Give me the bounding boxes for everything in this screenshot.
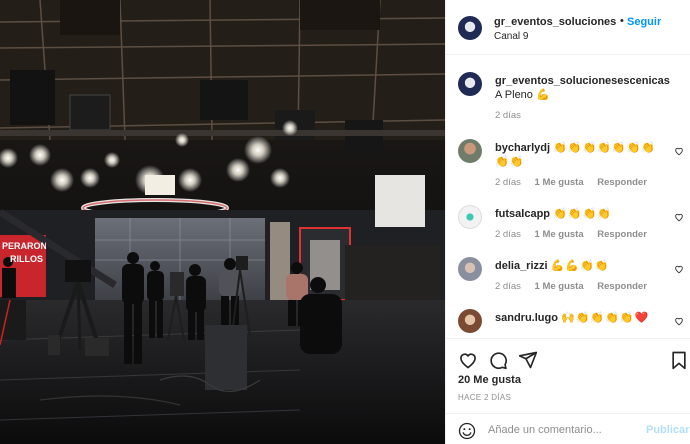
post-side-panel: gr_eventos_solucionesescenicas • Seguir … xyxy=(445,0,690,444)
reply-button[interactable]: Responder xyxy=(597,281,647,292)
emoji-icon[interactable] xyxy=(458,422,476,440)
post-location[interactable]: Canal 9 xyxy=(494,31,528,42)
comment-body: 👏👏👏👏 xyxy=(553,207,612,220)
post-photo[interactable]: PERARON RILLOS xyxy=(0,0,445,444)
comment-text: delia_rizzi 💪💪👏👏 xyxy=(495,259,670,273)
share-icon[interactable] xyxy=(518,350,538,370)
comment-icon[interactable] xyxy=(488,350,508,370)
comment-time[interactable]: 2 días xyxy=(495,281,521,292)
caption-body: A Pleno xyxy=(495,89,533,101)
comment-time[interactable]: 2 días xyxy=(495,177,521,188)
likes-count[interactable]: 20 Me gusta xyxy=(458,374,521,386)
comment-time[interactable]: 2 días xyxy=(495,229,521,240)
commenter-avatar[interactable] xyxy=(458,205,482,229)
comment-text: futsalcapp 👏👏👏👏 xyxy=(495,207,670,221)
caption-emoji: 💪 xyxy=(535,88,551,101)
caption-meta: 2 días xyxy=(495,110,532,121)
comment-likes[interactable]: 1 Me gusta xyxy=(535,177,584,188)
author-username[interactable]: gr_eventos_solucionesescenicas xyxy=(494,16,616,28)
tv-studio-image xyxy=(0,0,445,444)
comment-meta: 2 días 1 Me gusta Responder xyxy=(495,177,658,188)
comment-input[interactable] xyxy=(488,422,638,438)
post-date[interactable]: HACE 2 DÍAS xyxy=(458,393,511,402)
screen-text-line-2: RILLOS xyxy=(10,254,43,264)
comment-body: 🙌👏👏👏👏❤️ xyxy=(561,311,650,324)
comment-username[interactable]: sandru.lugo xyxy=(495,312,558,324)
caption-avatar[interactable] xyxy=(458,72,482,96)
publish-button[interactable]: Publicar xyxy=(646,424,689,436)
commenter-avatar[interactable] xyxy=(458,257,482,281)
comment-meta: 2 días 1 Me gusta Responder xyxy=(495,229,658,240)
comment-meta: 2 días 1 Me gusta Responder xyxy=(495,281,658,292)
follow-button[interactable]: Seguir xyxy=(627,16,661,28)
comments-list[interactable]: gr_eventos_solucionesescenicas A Pleno 💪… xyxy=(446,56,690,338)
add-comment-bar: Publicar xyxy=(446,413,690,444)
commenter-avatar[interactable] xyxy=(458,139,482,163)
reply-button[interactable]: Responder xyxy=(597,229,647,240)
action-bar xyxy=(446,338,690,378)
commenter-avatar[interactable] xyxy=(458,309,482,333)
caption-text: gr_eventos_solucionesescenicas A Pleno 💪 xyxy=(495,74,670,102)
comment-heart-icon[interactable] xyxy=(674,146,684,156)
comment-username[interactable]: bycharlydj xyxy=(495,142,550,154)
comment-likes[interactable]: 1 Me gusta xyxy=(535,281,584,292)
like-icon[interactable] xyxy=(458,350,478,370)
caption-username[interactable]: gr_eventos_solucionesescenicas xyxy=(495,75,670,87)
comment-heart-icon[interactable] xyxy=(674,316,684,326)
comment-heart-icon[interactable] xyxy=(674,264,684,274)
comment-body: 💪💪👏👏 xyxy=(550,259,610,272)
screen-text: PERARON RILLOS xyxy=(2,240,46,266)
save-icon[interactable] xyxy=(669,350,689,370)
reply-button[interactable]: Responder xyxy=(597,177,647,188)
author-avatar[interactable] xyxy=(458,16,482,40)
comment-username[interactable]: delia_rizzi xyxy=(495,260,548,272)
comment-heart-icon[interactable] xyxy=(674,212,684,222)
separator-dot: • xyxy=(620,15,624,27)
post-header: gr_eventos_solucionesescenicas • Seguir … xyxy=(446,0,690,55)
screen-text-line-1: PERARON xyxy=(2,241,46,251)
comment-text: sandru.lugo 🙌👏👏👏👏❤️ xyxy=(495,311,670,325)
comment-text: bycharlydj 👏👏👏👏👏👏👏👏👏 xyxy=(495,141,670,169)
comment-likes[interactable]: 1 Me gusta xyxy=(535,229,584,240)
caption-time[interactable]: 2 días xyxy=(495,110,521,121)
comment-username[interactable]: futsalcapp xyxy=(495,208,550,220)
